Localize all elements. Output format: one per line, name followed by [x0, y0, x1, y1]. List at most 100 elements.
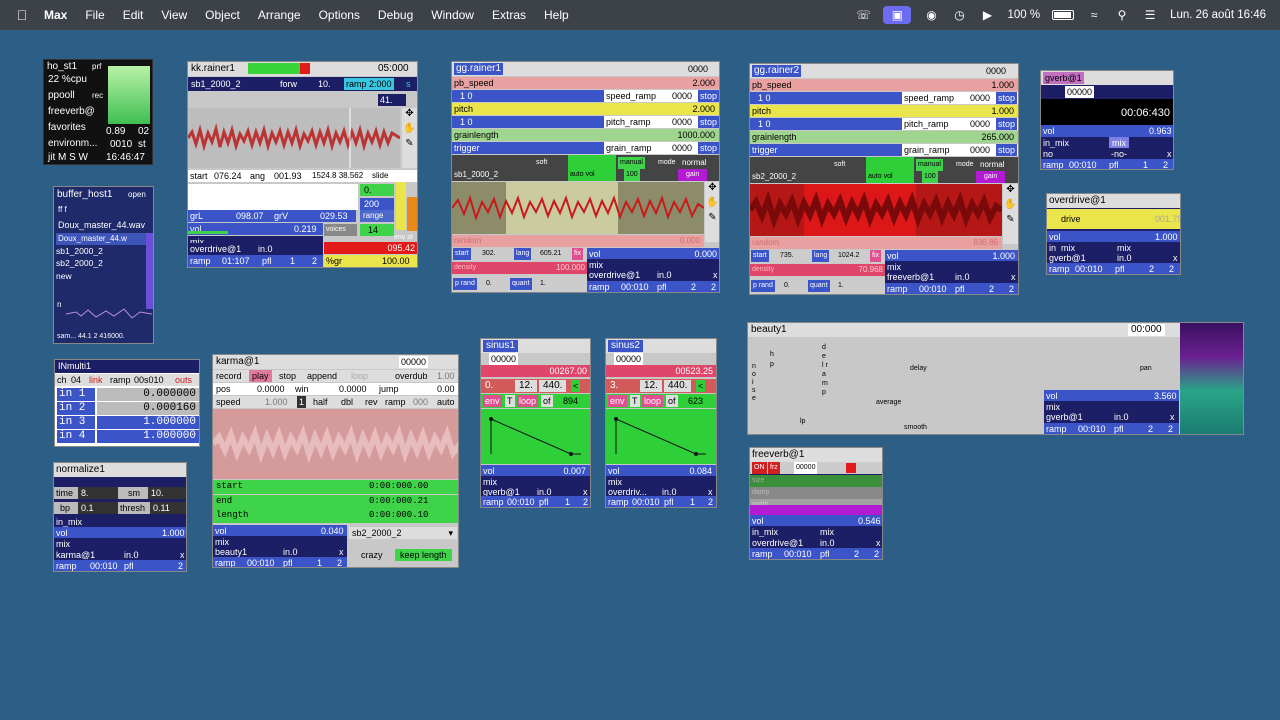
ppooll-label[interactable]: ppooll	[48, 90, 75, 102]
kk-direction[interactable]: forw	[280, 78, 297, 90]
gg1-stop-button-1[interactable]: stop	[698, 90, 719, 102]
gg1-waveform[interactable]	[452, 182, 704, 234]
karma-file-select[interactable]: sb2_2000_2 ▾	[349, 527, 457, 539]
kk-dest[interactable]: overdrive@1	[190, 243, 241, 255]
wifi-icon[interactable]: ≈	[1086, 7, 1102, 23]
kk-file[interactable]: sb1_2000_2	[191, 78, 241, 90]
gg2-pencil-icon[interactable]: ✎	[1003, 214, 1018, 229]
beauty-smooth[interactable]: smooth	[904, 422, 927, 434]
beauty-pfl[interactable]: pfl	[1114, 423, 1124, 434]
karma-ramp-value2[interactable]: 00:010	[247, 557, 275, 567]
karma-waveform[interactable]	[213, 409, 458, 479]
freeverb-damp-row[interactable]: damp	[750, 487, 882, 499]
gg1-pfl[interactable]: pfl	[657, 281, 667, 292]
inmulti-row[interactable]: in 4 1.000000	[55, 430, 199, 443]
inmulti-in-value[interactable]: 1.000000	[97, 416, 199, 429]
gg2-waveform[interactable]	[750, 184, 1002, 236]
favorites-item[interactable]: favorites	[48, 122, 86, 134]
inmulti-in-value[interactable]: 0.000000	[97, 388, 199, 401]
inmulti-link[interactable]: link	[89, 374, 103, 386]
gg1-arrows-icon[interactable]: ✥	[705, 182, 719, 197]
gg1-density-value[interactable]: 100.000	[556, 262, 585, 274]
overdrive-drive-row[interactable]: drive 001.79	[1047, 209, 1180, 229]
sin2-c[interactable]: 440.	[664, 380, 692, 392]
overdrive-ramp-value[interactable]: 00:010	[1075, 263, 1103, 274]
karma-pfl[interactable]: pfl	[283, 557, 293, 567]
menu-options[interactable]: Options	[319, 8, 360, 22]
gg2-lang-value[interactable]: 1024.2	[838, 250, 859, 262]
karma-record-button[interactable]: record	[216, 370, 242, 382]
sin1-env[interactable]: env	[483, 395, 502, 407]
karma-keep-length-button[interactable]: keep length	[395, 549, 452, 561]
karma-jump-value[interactable]: 0.00	[437, 383, 455, 395]
sinus2-panel[interactable]: sinus2 00000 00523.25 3. 12. 440. < env …	[605, 338, 717, 508]
clock[interactable]: Lun. 26 août 16:46	[1170, 9, 1266, 21]
kk-time[interactable]: 05:000	[378, 63, 409, 75]
sin2-loop[interactable]: loop	[642, 395, 664, 407]
beauty-n1[interactable]: 2	[1148, 423, 1153, 434]
screen-share-icon[interactable]: ▣	[883, 6, 912, 24]
open-button[interactable]: open	[128, 189, 146, 201]
karma-end-value[interactable]: 0:00:000.21	[369, 495, 428, 509]
buffer-item-0[interactable]: Doux_master_44.wav	[58, 219, 145, 231]
gg2-n2a[interactable]: 2	[989, 283, 994, 294]
kk-hand-icon[interactable]: ✋	[402, 123, 417, 138]
gg1-random-row[interactable]: random 0.000	[452, 235, 704, 247]
gg2-trigger-row[interactable]: trigger	[750, 144, 902, 156]
gg2-prand-value[interactable]: 0.	[784, 280, 790, 292]
gverb-pfl[interactable]: pfl	[1109, 159, 1119, 169]
normalize-sm-value[interactable]: 10.	[148, 487, 186, 499]
jit-item[interactable]: jit M S W	[48, 152, 88, 164]
gg1-one-row2[interactable]: 1 0	[452, 116, 604, 128]
gverb-panel[interactable]: gverb@1 00000 00:06:430 vol 0.963 in_mix…	[1040, 70, 1174, 170]
gg1-grainlength-value[interactable]: 1000.000	[677, 129, 715, 141]
normalize-bp-value[interactable]: 0.1	[78, 502, 118, 514]
gg1-trigger-row[interactable]: trigger	[452, 142, 604, 154]
sin1-envelope[interactable]	[481, 409, 590, 464]
gg1-gain[interactable]: gain	[678, 169, 708, 181]
gg1-one-row[interactable]: 1 0	[452, 90, 604, 102]
gg1-speed-ramp-value[interactable]: 0000	[672, 90, 692, 102]
gg2-pitch-ramp-value[interactable]: 0000	[970, 118, 990, 130]
gg1-x[interactable]: x	[713, 269, 718, 281]
karma-panel[interactable]: karma@1 00000 record play stop append lo…	[212, 354, 459, 568]
menu-edit[interactable]: Edit	[123, 8, 144, 22]
gg1-stop-button-3[interactable]: stop	[698, 142, 719, 154]
gg2-hand-icon[interactable]: ✋	[1003, 199, 1018, 214]
gg1-file[interactable]: sb1_2000_2	[454, 169, 498, 181]
gg2-stop-button-2[interactable]: stop	[996, 118, 1018, 130]
gverb-vol-row[interactable]: vol 0.963	[1041, 125, 1173, 137]
gverb-value[interactable]: 00000	[1065, 86, 1095, 98]
sin2-pfl[interactable]: pfl	[664, 496, 674, 507]
freeverb-value[interactable]: 00000	[794, 462, 818, 474]
creative-cloud-icon[interactable]: ☏	[855, 7, 871, 23]
battery-icon[interactable]	[1052, 10, 1075, 20]
sin2-freq-row[interactable]: 00523.25	[606, 365, 716, 377]
overdrive-drive-value[interactable]: 001.79	[1155, 213, 1180, 225]
gg-rainer1-panel[interactable]: gg.rainer1 0000 pb_speed 2.000 1 0 speed…	[451, 61, 720, 293]
sin1-n2[interactable]: 2	[583, 496, 588, 507]
kk-value-95[interactable]: 095.42	[324, 242, 417, 254]
gg1-dest[interactable]: overdrive@1	[589, 269, 640, 281]
gg2-stop-button-1[interactable]: stop	[996, 92, 1018, 104]
sin2-n2[interactable]: 2	[708, 496, 713, 507]
inmulti-panel[interactable]: INmulti1 ch 04 link ramp 00s010 outs in …	[54, 359, 200, 447]
gg2-arrows-icon[interactable]: ✥	[1003, 184, 1018, 199]
gg2-n2b[interactable]: 2	[1009, 283, 1014, 294]
menu-file[interactable]: File	[85, 8, 104, 22]
gg2-pitch-value[interactable]: 1.000	[991, 105, 1014, 117]
inmulti-ch-value[interactable]: 04	[71, 374, 81, 386]
gg2-speed-ramp-value[interactable]: 0000	[970, 92, 990, 104]
karma-end-row[interactable]: end 0:00:000.21	[213, 495, 458, 509]
sin1-n[interactable]: 894	[563, 395, 578, 407]
gg1-fix[interactable]: fix	[572, 248, 583, 260]
freeverb-n2[interactable]: 2	[874, 548, 879, 559]
karma-n1[interactable]: 1	[317, 557, 322, 567]
sin2-b[interactable]: 12.	[640, 380, 662, 392]
gg1-soft[interactable]: soft	[536, 157, 547, 169]
sin2-n1[interactable]: 1	[690, 496, 695, 507]
karma-dbl[interactable]: dbl	[341, 396, 353, 408]
search-icon[interactable]: ⚲	[1114, 7, 1130, 23]
kk-pencil-icon[interactable]: ✎	[402, 138, 417, 153]
sin2-value0[interactable]: 00000	[614, 353, 644, 365]
